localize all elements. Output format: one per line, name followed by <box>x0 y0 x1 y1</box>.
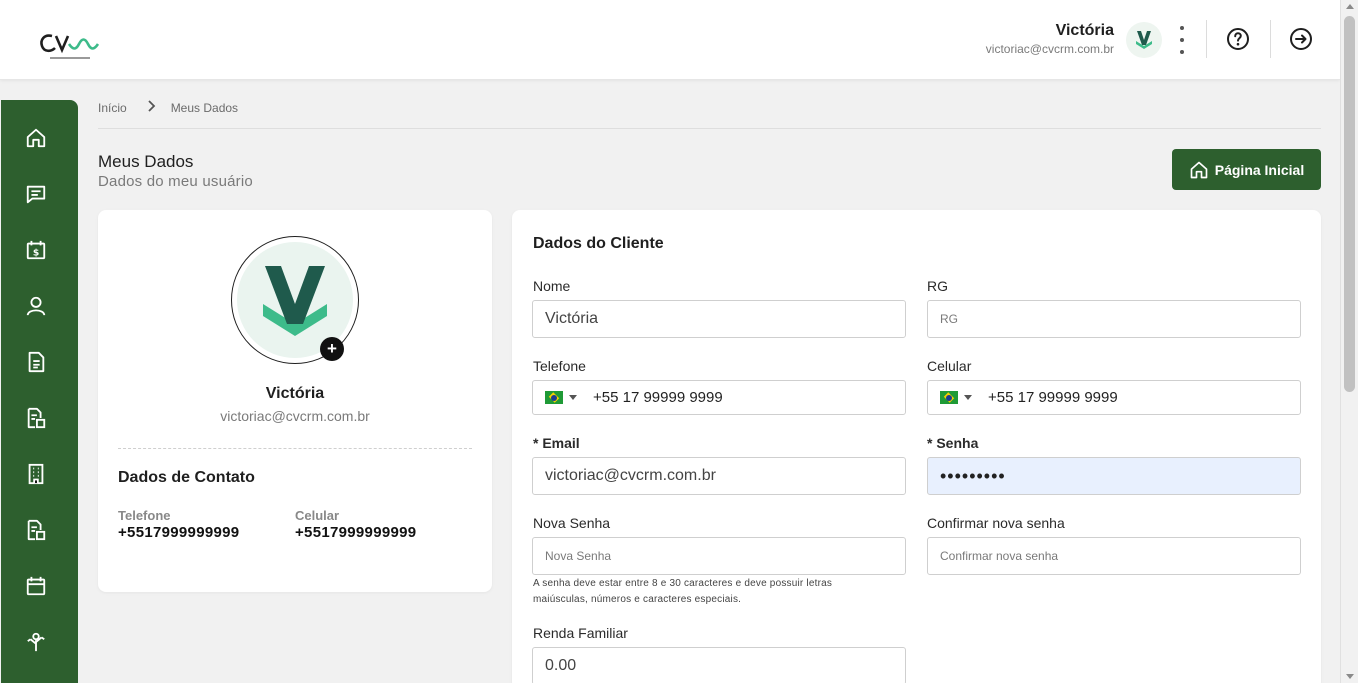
home-icon <box>26 128 46 148</box>
confirmar-senha-input[interactable]: Confirmar nova senha <box>927 537 1301 575</box>
email-label: * Email <box>533 435 580 451</box>
telefone-value: +55 17 99999 9999 <box>593 389 723 406</box>
rg-label: RG <box>927 278 948 294</box>
scroll-down-icon[interactable] <box>1346 674 1354 679</box>
sidebar-item-contracts[interactable] <box>22 404 50 432</box>
nome-input[interactable]: Victória <box>532 300 906 338</box>
rg-input[interactable]: RG <box>927 300 1301 338</box>
section-title: Dados do Cliente <box>533 235 664 252</box>
document-search-icon <box>27 407 46 429</box>
sidebar-item-messages[interactable] <box>22 180 50 208</box>
divider <box>118 448 472 449</box>
document-icon <box>28 351 45 373</box>
country-select[interactable] <box>545 391 577 404</box>
sidebar-item-finance[interactable]: $ <box>22 236 50 264</box>
contact-cell-value: +5517999999999 <box>295 524 417 541</box>
help-icon[interactable] <box>1225 26 1251 52</box>
page-scrollbar[interactable] <box>1340 0 1358 683</box>
add-photo-button[interactable]: + <box>320 337 344 361</box>
country-select[interactable] <box>940 391 972 404</box>
chevron-down-icon <box>569 395 577 400</box>
sidebar-item-profile[interactable] <box>22 292 50 320</box>
page-subtitle: Dados do meu usuário <box>98 173 253 190</box>
home-page-button-label: Página Inicial <box>1214 161 1305 178</box>
logout-icon[interactable] <box>1288 26 1314 52</box>
profile-card: + Victória victoriac@cvcrm.com.br Dados … <box>98 210 492 592</box>
home-page-button[interactable]: Página Inicial <box>1172 149 1321 190</box>
user-name: Victória <box>1055 22 1114 39</box>
brazil-flag-icon <box>545 391 563 404</box>
finance-calendar-icon: $ <box>26 240 46 260</box>
profile-email: victoriac@cvcrm.com.br <box>220 408 370 424</box>
contact-phone-value: +5517999999999 <box>118 524 240 541</box>
telefone-input[interactable]: +55 17 99999 9999 <box>532 380 906 415</box>
svg-text:$: $ <box>33 248 39 259</box>
top-bar: Victória victoriac@cvcrm.com.br <box>0 0 1340 80</box>
contact-section-title: Dados de Contato <box>118 469 255 486</box>
calendar-icon <box>26 576 46 596</box>
contact-cell-label: Celular <box>295 508 340 523</box>
celular-input[interactable]: +55 17 99999 9999 <box>927 380 1301 415</box>
email-input[interactable]: victoriac@cvcrm.com.br <box>532 457 906 495</box>
building-icon <box>28 463 44 485</box>
password-hint: A senha deve estar entre 8 e 30 caracter… <box>533 578 833 605</box>
renda-input[interactable]: 0.00 <box>532 647 906 683</box>
sidebar-item-plants[interactable] <box>22 628 50 656</box>
chevron-right-icon <box>147 100 157 116</box>
sidebar-item-buildings[interactable] <box>22 460 50 488</box>
scroll-thumb[interactable] <box>1344 16 1355 392</box>
profile-name: Victória <box>265 385 325 402</box>
client-data-card: Dados do Cliente Nome Victória RG RG Tel… <box>512 210 1321 683</box>
more-vertical-icon[interactable] <box>1172 26 1192 54</box>
sidebar-item-reports[interactable] <box>22 516 50 544</box>
chevron-down-icon <box>964 395 972 400</box>
divider <box>98 128 1321 129</box>
breadcrumb-current: Meus Dados <box>170 101 239 115</box>
nome-label: Nome <box>533 278 571 294</box>
senha-label: * Senha <box>927 435 979 451</box>
celular-label: Celular <box>927 358 972 374</box>
document-search-icon <box>27 519 46 541</box>
avatar[interactable] <box>1126 22 1162 58</box>
breadcrumb: Início Meus Dados <box>98 100 238 116</box>
senha-input[interactable]: ••••••••• <box>927 457 1301 495</box>
breadcrumb-home-link[interactable]: Início <box>98 101 127 115</box>
sidebar-item-home[interactable] <box>22 124 50 152</box>
scroll-up-icon[interactable] <box>1346 4 1354 9</box>
page-title: Meus Dados <box>98 152 194 171</box>
contact-phone-label: Telefone <box>118 508 171 523</box>
sidebar-item-documents[interactable] <box>22 348 50 376</box>
renda-label: Renda Familiar <box>533 625 628 641</box>
celular-value: +55 17 99999 9999 <box>988 389 1118 406</box>
user-info: Victória victoriac@cvcrm.com.br <box>986 22 1114 57</box>
user-icon <box>26 296 46 316</box>
confirmar-senha-label: Confirmar nova senha <box>927 515 1065 531</box>
sidebar: $ <box>1 100 78 683</box>
home-icon <box>1190 161 1208 178</box>
sidebar-item-calendar[interactable] <box>22 572 50 600</box>
brazil-flag-icon <box>940 391 958 404</box>
divider <box>1270 20 1271 58</box>
telefone-label: Telefone <box>533 358 586 374</box>
plant-icon <box>27 632 45 652</box>
company-logo[interactable] <box>38 30 104 62</box>
nova-senha-input[interactable]: Nova Senha <box>532 537 906 575</box>
nova-senha-label: Nova Senha <box>533 515 611 531</box>
divider <box>1206 20 1207 58</box>
user-email: victoriac@cvcrm.com.br <box>985 42 1114 56</box>
chat-icon <box>26 185 46 204</box>
